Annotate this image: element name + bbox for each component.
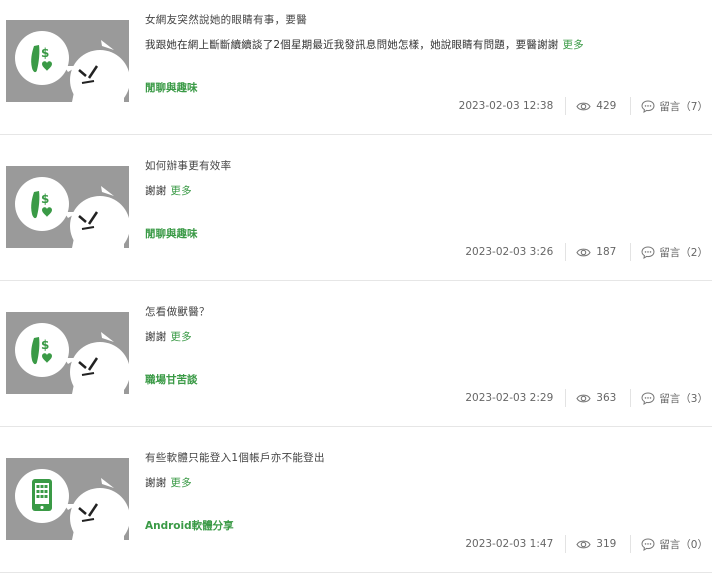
post-thumbnail[interactable]: $ [6,312,129,394]
comments-label: 留言（2） [659,246,708,259]
post-excerpt: 謝謝 更多 [145,329,192,344]
post-excerpt-text: 謝謝 [145,185,167,197]
comment-bubble-icon [641,99,655,113]
post-excerpt: 謝謝 更多 [145,475,192,490]
post-item: $ 女網友突然說她的眼睛有事，要醫 我跟她在網上斷斷續續談了2個星期最近我發訊息… [0,0,720,146]
meta-divider [630,389,632,407]
post-thumbnail[interactable]: $ [6,20,129,102]
post-divider [0,572,712,573]
view-count-value: 187 [596,246,617,258]
post-thumbnail[interactable] [6,458,129,540]
post-category[interactable]: 閒聊與趣味 [145,80,198,95]
post-item: $ 如何辦事更有效率 謝謝 更多 閒聊與趣味 2023-02-03 3:26 18 [0,146,720,292]
post-divider [0,280,712,281]
comment-bubble-icon [641,537,655,551]
post-category[interactable]: Android軟體分享 [145,518,234,533]
taiwan-heart-icon: $ [6,312,129,394]
post-meta: 2023-02-03 3:26 187 留言（2） [465,243,708,261]
more-link[interactable]: 更多 [170,185,191,197]
svg-text:$: $ [41,46,49,60]
comments-link[interactable]: 留言（3） [641,391,708,406]
comments-label: 留言（7） [659,100,708,113]
post-item: $ 怎看做獸醫？ 謝謝更多 職場甘苦談 2023-02-03 2:29 363 [0,292,720,438]
post-excerpt-text: 謝謝 [145,477,167,489]
eye-icon [576,102,591,110]
view-count: 363 [576,392,616,404]
meta-divider [565,243,567,261]
comments-label: 留言（0） [659,538,708,551]
post-divider [0,426,712,427]
meta-divider [565,389,567,407]
view-count-value: 319 [596,538,617,550]
post-meta: 2023-02-03 1:47 319 留言（0） [465,535,708,553]
view-count-value: 429 [596,100,617,112]
taiwan-heart-icon: $ [6,20,129,102]
comment-bubble-icon [641,245,655,259]
post-title[interactable]: 有些軟體只能登入1個帳戶亦不能登出 [145,450,325,465]
eye-icon [576,540,591,548]
post-title[interactable]: 怎看做獸醫？ [145,304,210,319]
post-excerpt-text: 我跟她在網上斷斷續續談了2個星期最近我發訊息問她怎樣，她說眼睛有問題，要醫謝謝 [145,39,559,51]
post-meta: 2023-02-03 12:38 429 留言（7） [459,97,708,115]
view-count: 319 [576,538,616,550]
post-item: 有些軟體只能登入1個帳戶亦不能登出 謝謝 更多 Android軟體分享 2023-… [0,438,720,584]
meta-divider [630,535,632,553]
meta-divider [565,97,567,115]
view-count: 429 [576,100,616,112]
post-excerpt: 謝謝 更多 [145,183,192,198]
more-link[interactable]: 更多 [170,477,191,489]
post-date: 2023-02-03 3:26 [465,246,554,258]
meta-divider [565,535,567,553]
svg-text:$: $ [41,338,49,352]
post-category[interactable]: 閒聊與趣味 [145,226,198,241]
post-excerpt: 我跟她在網上斷斷續續談了2個星期最近我發訊息問她怎樣，她說眼睛有問題，要醫謝謝更… [145,37,584,52]
comments-link[interactable]: 留言（0） [641,537,708,552]
comments-label: 留言（3） [659,392,708,405]
meta-divider [630,97,632,115]
view-count-value: 363 [596,392,617,404]
post-title[interactable]: 如何辦事更有效率 [145,158,231,173]
more-link[interactable]: 更多 [170,331,191,343]
comments-link[interactable]: 留言（2） [641,245,708,260]
svg-text:$: $ [41,192,49,206]
taiwan-heart-icon: $ [6,166,129,248]
post-date: 2023-02-03 12:38 [458,100,554,112]
post-category[interactable]: 職場甘苦談 [145,372,198,387]
view-count: 187 [576,246,616,258]
post-divider [0,134,712,135]
eye-icon [576,394,591,402]
meta-divider [630,243,632,261]
post-thumbnail[interactable]: $ [6,166,129,248]
post-excerpt-text: 謝謝 [145,331,167,343]
more-link[interactable]: 更多 [562,39,583,51]
post-title[interactable]: 女網友突然說她的眼睛有事，要醫 [145,12,307,27]
post-meta: 2023-02-03 2:29 363 留言（3） [465,389,708,407]
post-date: 2023-02-03 1:47 [465,538,554,550]
comments-link[interactable]: 留言（7） [641,99,708,114]
phone-icon [6,458,129,540]
eye-icon [576,248,591,256]
post-date: 2023-02-03 2:29 [465,392,554,404]
comment-bubble-icon [641,391,655,405]
